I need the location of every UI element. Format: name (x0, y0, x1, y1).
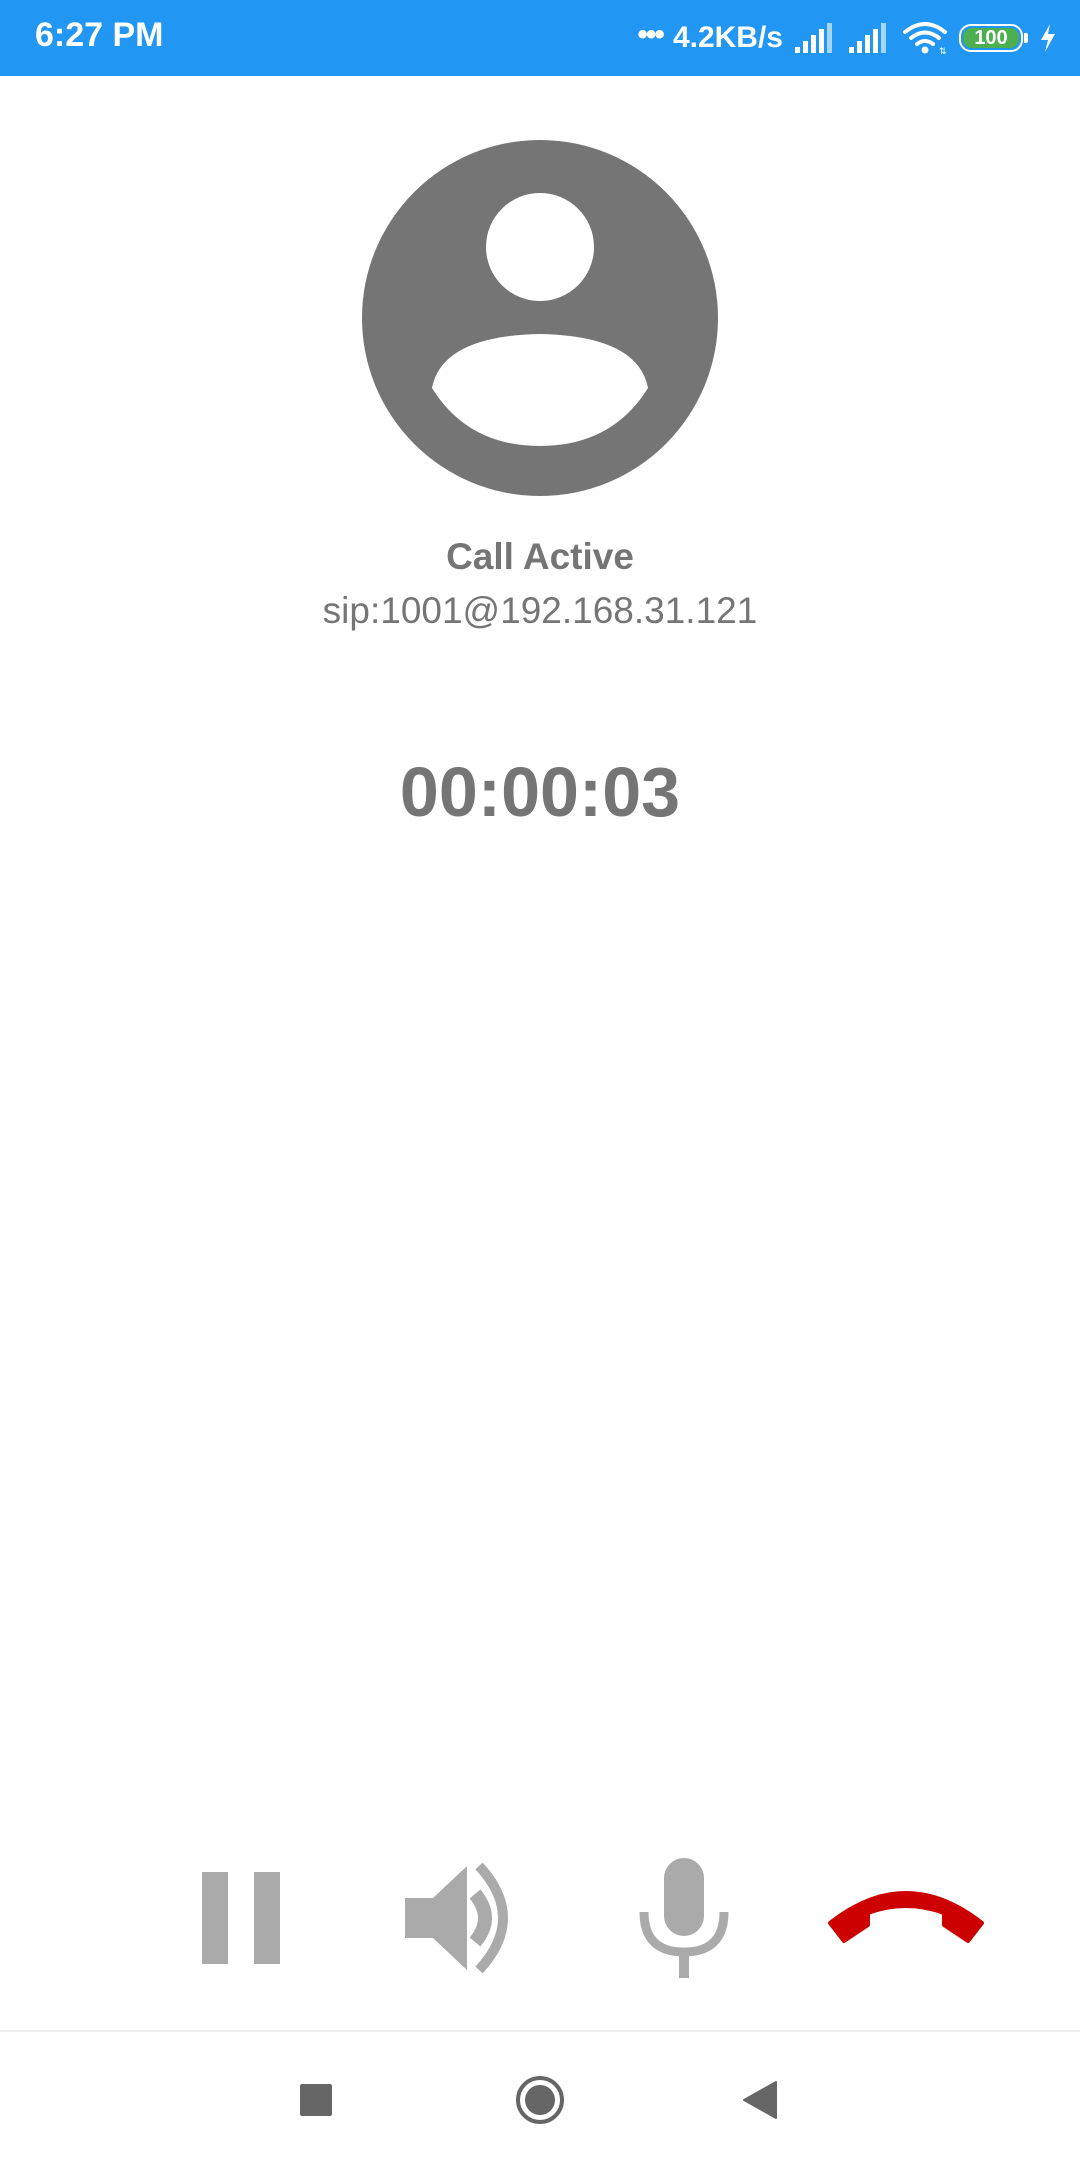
navigation-bar (0, 2032, 1080, 2160)
home-button[interactable] (490, 2052, 590, 2152)
sip-address: sip:1001@192.168.31.121 (322, 590, 758, 631)
status-bar: 6:27 PM ••• 4.2KB/s ⇅ 100 (0, 0, 1080, 76)
charging-icon (1038, 22, 1058, 54)
recents-button[interactable] (266, 2052, 366, 2152)
speaker-button[interactable] (383, 1850, 543, 1990)
hold-button[interactable] (162, 1850, 322, 1990)
signal-icon (847, 21, 891, 55)
home-circle-icon (514, 2074, 566, 2131)
mute-button[interactable] (604, 1850, 764, 1990)
status-time: 6:27 PM (35, 16, 164, 54)
call-state-label: Call Active (446, 536, 634, 577)
call-controls (0, 1850, 1080, 1990)
back-button[interactable] (710, 2052, 810, 2152)
status-dots: ••• (637, 18, 664, 51)
svg-text:⇅: ⇅ (939, 47, 947, 56)
network-speed: 4.2KB/s (672, 21, 783, 54)
pause-icon (200, 1870, 284, 1971)
wifi-icon: ⇅ (901, 20, 949, 56)
person-avatar-icon (362, 140, 718, 496)
end-call-icon (826, 1883, 986, 1958)
signal-icon (793, 21, 837, 55)
battery-icon: 100 (959, 24, 1028, 52)
in-call-screen: 6:27 PM ••• 4.2KB/s ⇅ 100 Call Active si… (0, 0, 1080, 2160)
back-triangle-icon (742, 2080, 778, 2125)
status-icons: ••• 4.2KB/s ⇅ 100 (637, 14, 1058, 62)
battery-level: 100 (974, 26, 1008, 49)
square-icon (299, 2083, 333, 2122)
call-timer: 00:00:03 (399, 753, 681, 831)
speaker-icon (401, 1858, 525, 1983)
microphone-icon (636, 1856, 732, 1985)
hangup-button[interactable] (826, 1850, 986, 1990)
